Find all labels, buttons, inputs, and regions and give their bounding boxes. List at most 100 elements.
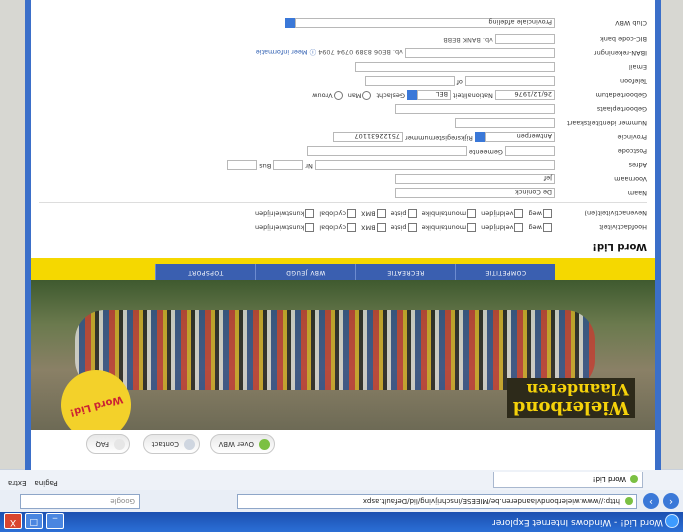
wielerbond-logo[interactable]: Wielerbond Vlaanderen xyxy=(506,378,635,418)
web-page: Over WBV Contact FAQ Wielerbond Vlaander… xyxy=(25,0,661,470)
over-wbv-label: Over WBV xyxy=(218,440,254,448)
geslacht-vrouw-radio[interactable] xyxy=(333,91,343,100)
nummer-id-label: Nummer identiteitskaart xyxy=(567,119,647,127)
nevenactiviteit-label: Nevenactiviteit(en) xyxy=(584,209,647,217)
chevron-down-icon[interactable] xyxy=(285,18,295,28)
info-icon[interactable]: ⓘ xyxy=(310,48,317,56)
search-input[interactable]: Google xyxy=(20,494,140,509)
voornaam-label: Voornaam xyxy=(614,175,647,183)
geboorteplaats-label: Geboorteplaats xyxy=(596,105,647,113)
hoofdactiviteit-label: Hoofdactiviteit xyxy=(599,223,647,231)
hoofd-veldrijden-checkbox[interactable] xyxy=(514,223,524,232)
nationaliteit-select[interactable]: BEL xyxy=(417,90,452,100)
club-label: Club WBV xyxy=(615,19,647,27)
tab-word-lid[interactable]: Word Lid! xyxy=(493,472,643,488)
of-label: of xyxy=(456,78,463,86)
hoofd-kunstwielrijden-checkbox[interactable] xyxy=(305,223,315,232)
logo-line-1: Wielerbond xyxy=(512,397,629,418)
neven-bmx-checkbox[interactable] xyxy=(376,209,386,218)
logo-line-2: Vlaanderen xyxy=(526,380,629,399)
tab-favicon-icon xyxy=(630,475,638,483)
telefoon-row: Telefoon of xyxy=(31,74,655,86)
man-label: Man xyxy=(347,91,362,100)
iban-row: IBAN-rekeningnr vb. BE06 8389 0794 7094 … xyxy=(31,46,655,58)
neven-piste-checkbox[interactable] xyxy=(407,209,417,218)
email-row: Email xyxy=(31,60,655,72)
adres-input[interactable] xyxy=(315,160,555,170)
telefoon-label: Telefoon xyxy=(619,77,647,85)
gemeente-input[interactable] xyxy=(306,146,467,156)
geboorteplaats-input[interactable] xyxy=(395,104,555,114)
neven-veldrijden-checkbox[interactable] xyxy=(514,209,524,218)
hoofd-piste-checkbox[interactable] xyxy=(407,223,417,232)
membership-form: Word Lid! Hoofdactiviteit weg veldrijden… xyxy=(31,0,655,258)
browser-toolbar: Word Lid! Pagina Extra xyxy=(0,469,683,490)
menu-recreatie[interactable]: RECREATIE xyxy=(355,264,455,280)
email-label: Email xyxy=(628,63,647,71)
iban-input[interactable] xyxy=(405,48,555,58)
voornaam-row: Voornaam Jef xyxy=(31,172,655,184)
bus-label: Bus xyxy=(259,162,272,170)
neven-weg-checkbox[interactable] xyxy=(543,209,552,218)
club-select[interactable]: Provinciale afdeling xyxy=(295,18,555,28)
form-title: Word Lid! xyxy=(592,241,647,252)
hoofd-mountainbike-checkbox[interactable] xyxy=(467,223,477,232)
hoofd-bmx-checkbox[interactable] xyxy=(376,223,386,232)
forward-icon[interactable]: › xyxy=(643,493,659,509)
activity-label: BMX xyxy=(361,209,376,218)
neven-kunstwielrijden-checkbox[interactable] xyxy=(305,209,315,218)
naam-input[interactable]: De Coninck xyxy=(395,188,555,198)
geboortedatum-input[interactable]: 26/12/1976 xyxy=(495,90,555,100)
url-text: http://www.wielerbondvlaanderen.be/MIEES… xyxy=(362,497,620,505)
provincie-label: Provincie xyxy=(617,133,647,141)
nevenactiviteit-row: Nevenactiviteit(en) weg veldrijden mount… xyxy=(31,206,655,218)
over-wbv-button[interactable]: Over WBV xyxy=(209,434,275,454)
menu-wbv-jeugd[interactable]: WBV JEUGD xyxy=(255,264,355,280)
chevron-down-icon[interactable] xyxy=(475,132,485,142)
tools-menu[interactable]: Extra xyxy=(8,479,26,487)
geboortedatum-row: Geboortedatum 26/12/1976 Nationaliteit B… xyxy=(31,88,655,100)
activity-label: weg xyxy=(528,209,542,218)
naam-label: Naam xyxy=(627,189,647,197)
url-input[interactable]: http://www.wielerbondvlaanderen.be/MIEES… xyxy=(237,494,637,509)
activity-label: weg xyxy=(528,223,542,232)
chevron-down-icon[interactable] xyxy=(407,90,418,100)
bus-input[interactable] xyxy=(227,160,258,170)
bic-row: BIC-code bank vb. BANK BEBB xyxy=(31,32,655,44)
nr-input[interactable] xyxy=(273,160,304,170)
vrouw-label: Vrouw xyxy=(312,91,333,100)
menu-topsport[interactable]: TOPSPORT xyxy=(155,264,255,280)
adres-row: Adres Nr Bus xyxy=(31,158,655,170)
rijksregister-input[interactable]: 75122631107 xyxy=(333,132,404,142)
faq-button[interactable]: FAQ xyxy=(86,434,130,454)
page-menu[interactable]: Pagina xyxy=(34,479,57,487)
activity-label: cyclobal xyxy=(319,223,346,232)
rijksregister-label: Rijksregisternummer xyxy=(405,134,473,142)
nummer-id-input[interactable] xyxy=(455,118,555,128)
ie-logo-icon xyxy=(665,514,679,528)
hoofd-weg-checkbox[interactable] xyxy=(543,223,552,232)
close-button[interactable]: X xyxy=(4,513,22,529)
geslacht-man-radio[interactable] xyxy=(362,91,372,100)
activity-label: veldrijden xyxy=(481,209,514,218)
bic-example: vb. BANK BEBB xyxy=(443,36,493,44)
telefoon-input[interactable] xyxy=(465,76,555,86)
bic-input[interactable] xyxy=(495,34,555,44)
provincie-select[interactable]: Antwerpen xyxy=(485,132,555,142)
maximize-button[interactable]: □ xyxy=(25,513,43,529)
neven-cyclobal-checkbox[interactable] xyxy=(346,209,356,218)
hoofd-cyclobal-checkbox[interactable] xyxy=(346,223,356,232)
voornaam-input[interactable]: Jef xyxy=(395,174,555,184)
email-input[interactable] xyxy=(355,62,555,72)
postcode-label: Postcode xyxy=(617,147,647,155)
neven-mountainbike-checkbox[interactable] xyxy=(467,209,477,218)
menu-competitie[interactable]: COMPETITIE xyxy=(455,264,555,280)
browser-window: Word Lid! - Windows Internet Explorer _ … xyxy=(0,0,683,532)
minimize-button[interactable]: _ xyxy=(46,513,64,529)
postcode-input[interactable] xyxy=(505,146,555,156)
back-icon[interactable]: ‹ xyxy=(663,493,679,509)
meer-info-link[interactable]: Meer informatie xyxy=(256,48,308,56)
contact-button[interactable]: Contact xyxy=(142,434,200,454)
iban-label: IBAN-rekeningnr xyxy=(593,49,647,57)
gsm-input[interactable] xyxy=(364,76,455,86)
